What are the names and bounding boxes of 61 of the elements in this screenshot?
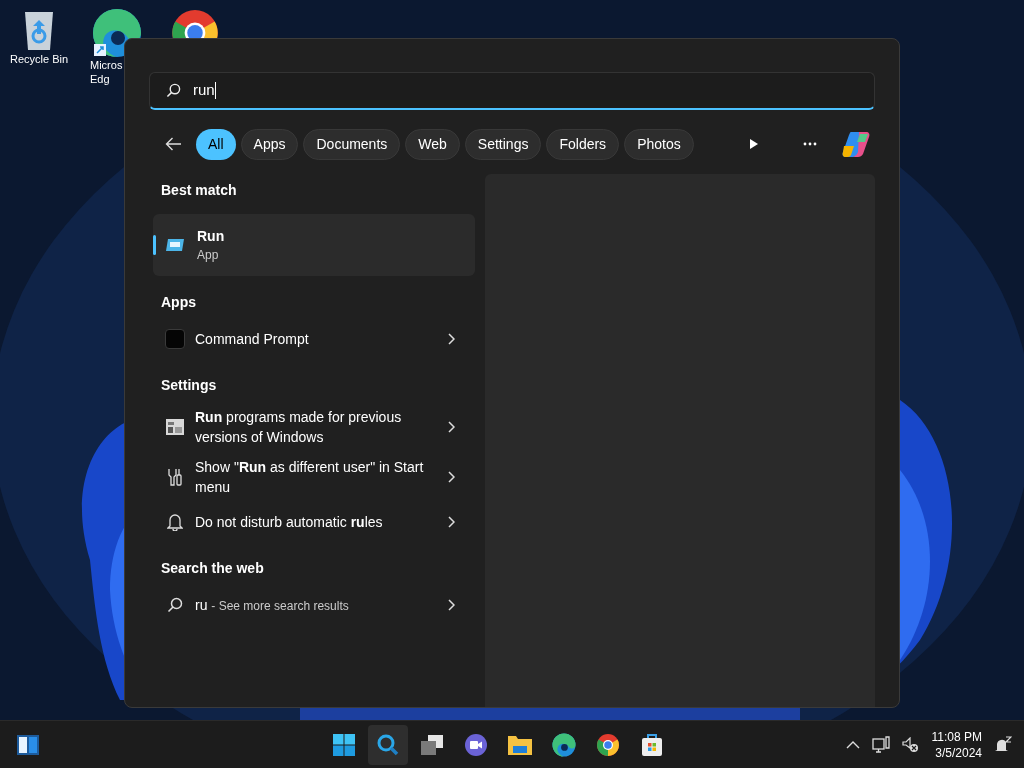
result-item[interactable]: Do not disturb automatic rules	[153, 502, 475, 542]
clock-date: 3/5/2024	[935, 744, 982, 761]
filter-tab[interactable]: Documents	[303, 128, 401, 160]
folder-icon	[506, 733, 533, 756]
tools-icon	[167, 467, 183, 487]
widgets-icon[interactable]	[16, 733, 40, 756]
play-icon[interactable]	[749, 138, 759, 150]
filter-tab[interactable]: All	[196, 128, 236, 160]
chevron-right-icon	[447, 599, 455, 611]
chevron-right-icon	[447, 333, 455, 345]
edge-icon	[551, 732, 576, 757]
back-arrow-icon[interactable]	[165, 137, 182, 151]
search-field[interactable]: run	[149, 72, 875, 110]
section-heading: Best match	[160, 181, 238, 200]
task-view-icon	[419, 733, 444, 756]
result-text: Do not disturb automatic rules	[195, 513, 384, 532]
bell-icon	[167, 513, 183, 531]
search-icon	[167, 597, 183, 613]
copilot-icon[interactable]	[841, 130, 871, 158]
chevron-right-icon	[447, 471, 455, 483]
result-text: Show "Run as different user" in Start menu	[195, 458, 425, 497]
speaker-muted-icon[interactable]	[901, 736, 920, 753]
run-app-icon	[165, 238, 185, 252]
taskbar-button[interactable]	[367, 724, 408, 765]
filter-tab[interactable]: Apps	[240, 128, 299, 160]
best-match-item[interactable]: Run App	[153, 214, 475, 276]
icon-label: Edg	[90, 72, 110, 86]
result-text: Run programs made for previous versions of Windows	[195, 408, 403, 447]
store-bag-icon	[639, 732, 664, 757]
windows-logo-icon	[331, 732, 356, 757]
chevron-right-icon	[447, 421, 455, 433]
result-text: ru - See more search results	[195, 595, 350, 615]
chrome-icon	[595, 732, 620, 757]
result-title: Run	[197, 227, 225, 246]
more-icon[interactable]	[803, 142, 817, 146]
filter-tab[interactable]: Web	[405, 128, 460, 160]
chevron-right-icon	[447, 516, 455, 528]
network-icon[interactable]	[871, 735, 890, 754]
result-item[interactable]: Run programs made for previous versions of Windows	[153, 402, 475, 452]
bell-icon[interactable]	[994, 735, 1012, 754]
result-text: Command Prompt	[195, 330, 310, 349]
result-subtitle: App	[197, 247, 220, 264]
chevron-up-icon[interactable]	[845, 740, 860, 749]
icon-label: Recycle Bin	[9, 52, 69, 66]
section-heading: Search the web	[160, 559, 265, 578]
result-item[interactable]: ru - See more search results	[153, 585, 475, 625]
section-heading: Apps	[160, 293, 197, 312]
result-item[interactable]: Show "Run as different user" in Start menu	[153, 452, 475, 502]
result-item[interactable]: Command Prompt	[153, 319, 475, 359]
search-icon	[375, 732, 400, 757]
section-heading: Settings	[160, 376, 218, 395]
terminal-icon	[165, 329, 185, 349]
search-text: run	[193, 80, 215, 101]
window-icon	[165, 418, 185, 436]
filter-tab[interactable]: Folders	[546, 128, 620, 160]
clock-time: 11:08 PM	[931, 728, 982, 745]
search-icon	[166, 83, 181, 98]
filter-tab[interactable]: Photos	[624, 128, 694, 160]
video-camera-icon	[463, 732, 488, 757]
icon-label: Micros	[90, 58, 123, 72]
filter-tab[interactable]: Settings	[464, 128, 542, 160]
